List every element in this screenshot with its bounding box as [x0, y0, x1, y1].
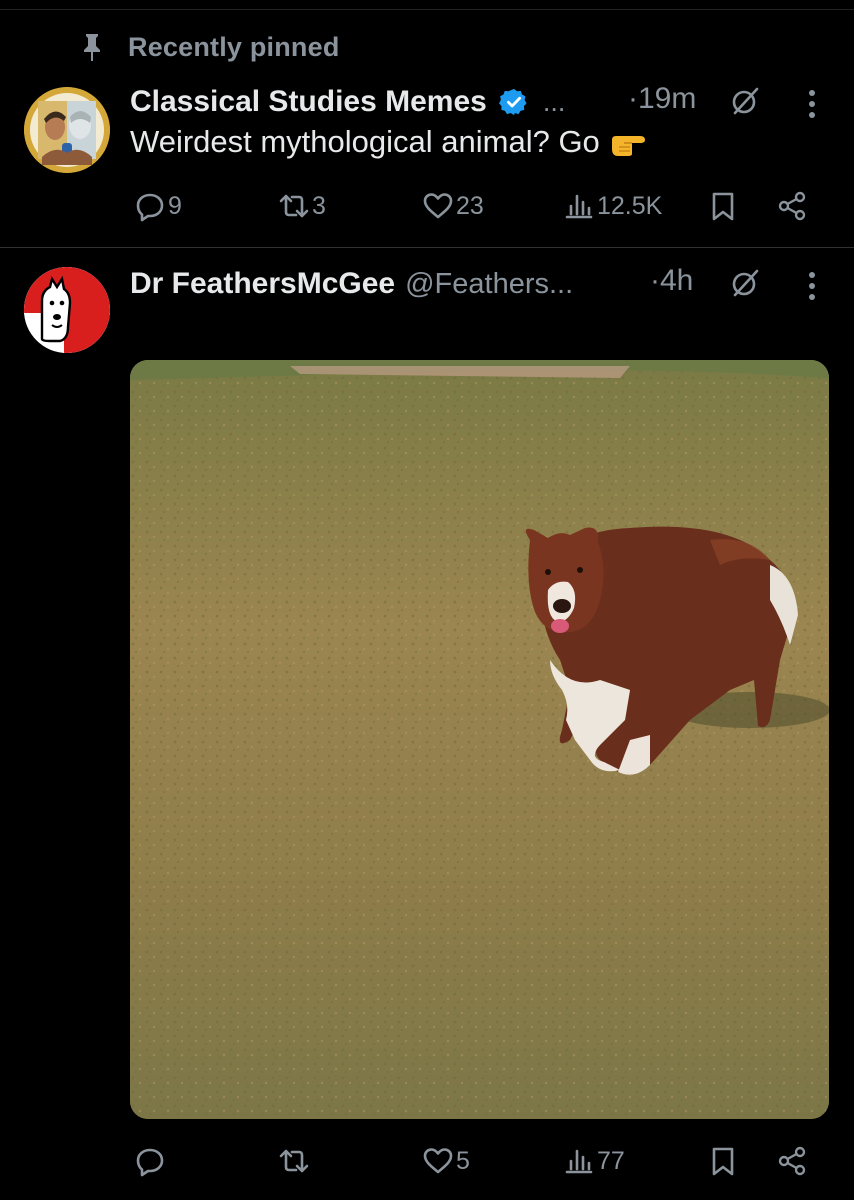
- tweet-divider: [0, 247, 854, 248]
- tweet-text-content: Weirdest mythological animal? Go: [130, 124, 600, 159]
- avatar-dr-feathersmcgee[interactable]: [24, 267, 110, 353]
- avatar-illustration: [24, 87, 110, 173]
- like-button[interactable]: 5: [422, 1141, 470, 1181]
- share-button[interactable]: [776, 1141, 808, 1181]
- verified-badge-icon: [498, 88, 527, 116]
- repost-icon: [279, 194, 309, 218]
- views-count: 77: [597, 1146, 625, 1175]
- handle-truncated: ...: [542, 86, 566, 117]
- share-button[interactable]: [776, 186, 808, 226]
- bookmark-icon: [712, 1147, 734, 1176]
- bookmark-button[interactable]: [707, 1141, 739, 1181]
- like-count: 23: [456, 191, 484, 220]
- grok-icon[interactable]: [729, 267, 761, 299]
- tweet-header: Dr FeathersMcGee @Feathers...: [130, 262, 573, 306]
- display-name[interactable]: Dr FeathersMcGee: [130, 267, 395, 301]
- views-icon: [565, 1149, 593, 1174]
- recently-pinned-label: Recently pinned: [80, 30, 340, 64]
- tweet-time[interactable]: ·19m: [628, 82, 696, 116]
- dog-photo: [130, 360, 829, 1119]
- repost-button[interactable]: [278, 1141, 312, 1181]
- views-button[interactable]: 12.5K: [563, 186, 662, 226]
- more-icon[interactable]: [808, 89, 816, 119]
- like-button[interactable]: 23: [422, 186, 484, 226]
- repost-count: 3: [312, 191, 326, 220]
- reply-icon: [136, 193, 164, 222]
- avatar-illustration: [24, 267, 110, 353]
- tweet-actions: 5 77: [0, 1141, 854, 1181]
- reply-button[interactable]: [134, 1141, 168, 1181]
- tweet-header: Classical Studies Memes ...: [130, 80, 565, 124]
- top-divider: [0, 9, 854, 10]
- like-count: 5: [456, 1146, 470, 1175]
- share-icon: [778, 1146, 806, 1176]
- bookmark-icon: [712, 192, 734, 221]
- repost-icon: [279, 1149, 309, 1173]
- avatar-classical-studies-memes[interactable]: [24, 87, 110, 173]
- tweet-text: Weirdest mythological animal? Go: [130, 124, 648, 160]
- grok-icon[interactable]: [729, 85, 761, 117]
- reply-button[interactable]: 9: [134, 186, 182, 226]
- pin-icon: [84, 34, 100, 61]
- pinned-text: Recently pinned: [128, 31, 340, 62]
- handle[interactable]: @Feathers...: [405, 268, 573, 301]
- reply-icon: [136, 1148, 164, 1177]
- views-icon: [565, 194, 593, 219]
- bookmark-button[interactable]: [707, 186, 739, 226]
- tweet-media-image[interactable]: [130, 360, 829, 1119]
- tweet-actions: 9 3 23 12.5K: [0, 186, 854, 226]
- share-icon: [778, 191, 806, 221]
- more-icon[interactable]: [808, 271, 816, 301]
- views-count: 12.5K: [597, 191, 663, 220]
- views-button[interactable]: 77: [563, 1141, 625, 1181]
- repost-button[interactable]: 3: [278, 186, 326, 226]
- display-name[interactable]: Classical Studies Memes: [130, 85, 487, 119]
- tweet-time[interactable]: ·4h: [650, 264, 693, 298]
- like-icon: [423, 193, 453, 219]
- reply-count: 9: [168, 191, 182, 220]
- like-icon: [423, 1148, 453, 1174]
- pointing-emoji: [611, 136, 645, 156]
